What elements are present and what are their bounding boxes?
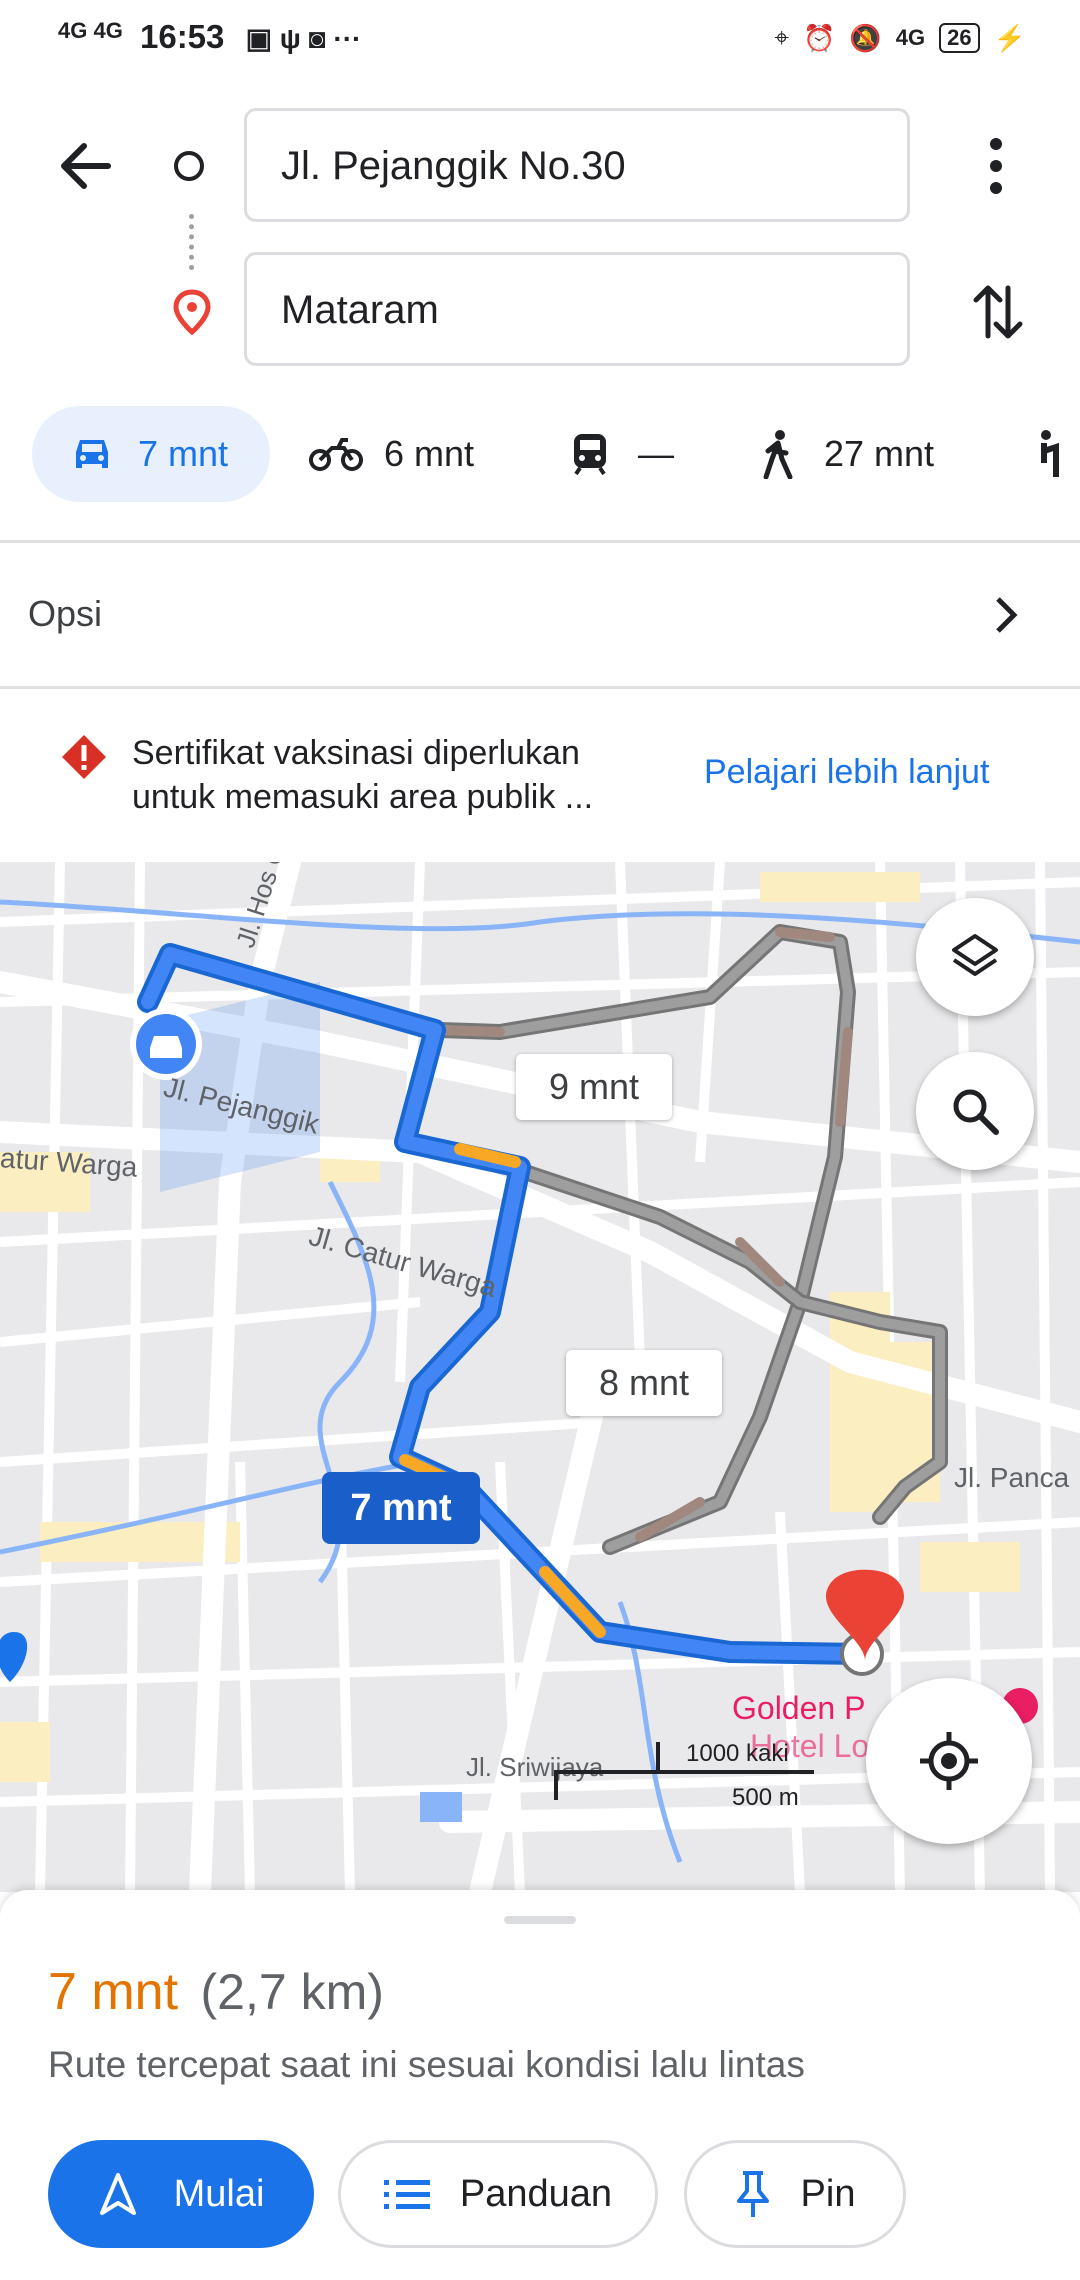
car-icon xyxy=(76,440,108,468)
charging-icon: ⚡ xyxy=(993,22,1026,53)
tab-transit[interactable]: — xyxy=(570,406,674,502)
shopping-poi-icon xyxy=(0,1632,28,1682)
my-location-button[interactable] xyxy=(866,1678,1032,1844)
alert-text: Sertifikat vaksinasi diperlukan untuk me… xyxy=(132,734,594,816)
swap-button[interactable] xyxy=(970,280,1026,344)
chevron-right-icon xyxy=(996,597,1018,633)
origin-dot-icon xyxy=(174,151,204,181)
main-route-time-callout[interactable]: 7 mnt xyxy=(322,1472,480,1544)
signal-icon: 4G 4G xyxy=(58,18,123,43)
back-arrow-icon xyxy=(61,143,111,189)
drag-handle[interactable] xyxy=(504,1916,576,1924)
tab-transit-label: — xyxy=(638,433,674,474)
my-location-icon xyxy=(920,1732,978,1790)
transit-icon xyxy=(574,434,606,476)
alt-route-time-callout[interactable]: 8 mnt xyxy=(566,1350,722,1416)
tab-walking-label: 27 mnt xyxy=(824,433,935,474)
steps-button[interactable]: Panduan xyxy=(338,2140,658,2248)
scale-label-feet: 1000 kaki xyxy=(686,1740,789,1767)
start-navigation-button[interactable]: Mulai xyxy=(48,2140,314,2248)
learn-more-link[interactable]: Pelajari lebih lanjut xyxy=(704,753,989,792)
route-summary: 7 mnt (2,7 km) xyxy=(48,1962,384,2022)
notification-icons: ▣ ψ ◙ ··· xyxy=(245,23,362,54)
tab-motorcycle-label: 6 mnt xyxy=(384,433,475,474)
layers-button[interactable] xyxy=(916,898,1034,1016)
map-view[interactable]: Jl. Hos Cokroa Jl. Pejanggik atur Warga … xyxy=(0,862,1080,1892)
street-label: Jl. Panca xyxy=(954,1462,1070,1493)
destination-field[interactable] xyxy=(244,252,910,366)
alarm-icon: ⏰ xyxy=(803,22,836,53)
location-status-icon: ⌖ xyxy=(774,22,790,52)
status-bar: 4G 4G 16:53 ▣ ψ ◙ ··· ⌖ ⏰ 🔕 4G 26 ⚡ xyxy=(0,0,1080,86)
warning-icon xyxy=(62,735,106,779)
tab-walking[interactable]: 27 mnt xyxy=(760,406,934,502)
navigation-arrow-icon xyxy=(99,2173,136,2215)
destination-input[interactable] xyxy=(279,255,883,365)
destination-pin-icon xyxy=(170,288,214,341)
tab-driving[interactable]: 7 mnt xyxy=(32,406,270,502)
swap-vert-icon xyxy=(973,285,1023,339)
poi-label: Golden P xyxy=(732,1690,866,1726)
back-button[interactable] xyxy=(50,130,122,202)
clock-time: 16:53 xyxy=(139,18,225,55)
search-icon xyxy=(953,1089,999,1135)
search-along-route-button[interactable] xyxy=(916,1052,1034,1170)
ride-icon xyxy=(1041,430,1059,477)
list-icon xyxy=(383,2180,430,2209)
walk-icon xyxy=(763,430,793,479)
tab-motorcycle[interactable]: 6 mnt xyxy=(308,406,474,502)
origin-input[interactable] xyxy=(279,111,883,221)
network-icon: 4G xyxy=(895,25,926,50)
mute-icon: 🔕 xyxy=(849,22,882,53)
alert-banner: Sertifikat vaksinasi diperlukan untuk me… xyxy=(0,689,1080,861)
scale-bar: 1000 kaki 500 m xyxy=(554,1740,814,1820)
route-duration: 7 mnt xyxy=(48,1963,179,2021)
layers-icon xyxy=(952,934,998,976)
origin-field[interactable] xyxy=(244,108,910,222)
pin-button[interactable]: Pin xyxy=(684,2140,906,2248)
tab-ride[interactable] xyxy=(1030,406,1070,502)
pool-area xyxy=(420,1792,462,1822)
pin-icon xyxy=(736,2171,769,2217)
alt-route-time-callout[interactable]: 9 mnt xyxy=(516,1054,672,1120)
route-dots xyxy=(189,214,198,270)
battery-icon: 26 xyxy=(939,23,980,53)
route-note: Rute tercepat saat ini sesuai kondisi la… xyxy=(48,2044,805,2085)
motorcycle-icon xyxy=(309,438,363,471)
route-distance: (2,7 km) xyxy=(200,1964,384,2020)
options-row[interactable]: Opsi xyxy=(0,543,1080,685)
options-label: Opsi xyxy=(28,593,103,634)
scale-label-meters: 500 m xyxy=(732,1784,799,1811)
travel-mode-tabs: 7 mnt 6 mnt — 27 mnt xyxy=(0,406,1080,506)
more-options-button[interactable] xyxy=(980,134,1012,198)
more-vert-icon xyxy=(990,138,1002,194)
current-location-marker xyxy=(130,1008,202,1080)
tab-driving-label: 7 mnt xyxy=(138,433,229,474)
